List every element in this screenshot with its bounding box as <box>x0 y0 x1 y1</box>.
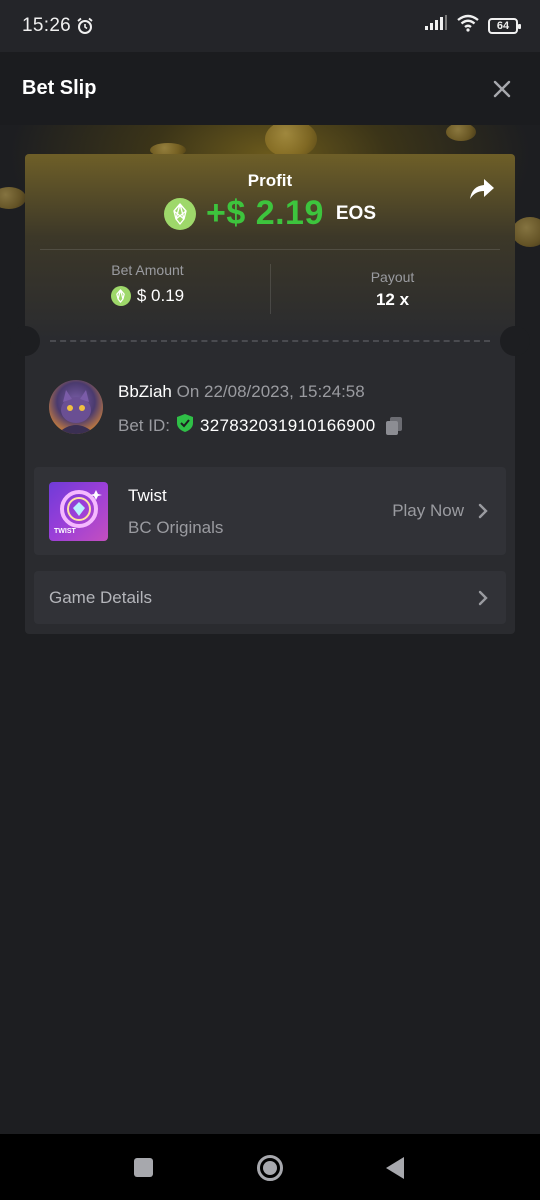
profit-label: Profit <box>247 171 293 190</box>
coin-decoration <box>0 187 26 209</box>
ticket-notch <box>10 326 40 356</box>
game-row[interactable]: TWIST Twist BC Originals Play Now <box>34 467 506 555</box>
signal-icon <box>424 15 448 37</box>
page-title: Bet Slip <box>22 77 97 99</box>
game-details-label: Game Details <box>49 587 152 607</box>
bet-amount-stat: Bet Amount $ 0.19 <box>25 262 270 306</box>
back-button[interactable] <box>384 1156 406 1180</box>
header: Bet Slip <box>0 52 540 125</box>
game-provider: BC Originals <box>128 518 224 537</box>
bet-id-value: 327832031910166900 <box>199 415 376 435</box>
bet-amount-label: Bet Amount <box>111 262 184 278</box>
ticket-notch <box>500 326 530 356</box>
play-now-label: Play Now <box>392 501 464 520</box>
chevron-right-icon <box>478 503 488 519</box>
eos-coin-icon <box>110 286 131 306</box>
eos-coin-icon <box>163 197 196 230</box>
wifi-icon <box>456 14 480 38</box>
verified-shield-icon <box>176 413 194 438</box>
status-bar: 15:26 64 <box>0 0 540 52</box>
status-icons: 64 <box>424 14 521 38</box>
play-now-button[interactable]: Play Now <box>392 501 488 521</box>
avatar[interactable] <box>49 380 103 434</box>
game-thumbnail-text: TWIST <box>54 528 76 535</box>
coin-decoration <box>512 217 540 247</box>
user-info: BbZiah On 22/08/2023, 15:24:58 <box>118 382 365 402</box>
close-button[interactable] <box>486 73 518 105</box>
game-thumbnail: TWIST <box>49 482 108 541</box>
dashed-separator <box>50 340 490 342</box>
share-icon <box>470 179 494 199</box>
recent-apps-button[interactable] <box>133 1157 154 1178</box>
game-details-row[interactable]: Game Details <box>34 571 506 624</box>
share-button[interactable] <box>467 174 497 204</box>
navigation-bar <box>0 1134 540 1200</box>
payout-stat: Payout 12 x <box>270 262 515 310</box>
bet-amount-value-row: $ 0.19 <box>25 286 270 306</box>
payout-value: 12 x <box>375 290 410 309</box>
divider <box>40 249 500 250</box>
bet-slip-card: Profit +$ 2.19 EOS Bet Amount $ 0.19 Pay… <box>10 154 530 634</box>
home-button[interactable] <box>256 1154 284 1182</box>
copy-icon[interactable] <box>384 416 404 436</box>
bet-amount-value: $ 0.19 <box>136 286 185 305</box>
profit-currency: EOS <box>335 202 376 224</box>
battery-icon: 64 <box>488 18 521 34</box>
status-time: 15:26 <box>22 15 72 36</box>
bet-id-row: Bet ID: 327832031910166900 <box>118 413 404 438</box>
bet-id-label: Bet ID: <box>118 415 170 435</box>
game-name: Twist <box>128 486 167 505</box>
profit-value: +$ 2.19 <box>205 194 324 232</box>
alarm-icon <box>76 17 94 35</box>
profit-row: +$ 2.19 EOS <box>25 194 515 233</box>
coin-decoration <box>446 125 476 141</box>
bet-date: On 22/08/2023, 15:24:58 <box>176 382 365 401</box>
username[interactable]: BbZiah <box>118 382 172 401</box>
close-icon <box>493 80 511 97</box>
chevron-right-icon <box>478 590 488 606</box>
payout-label: Payout <box>370 269 415 285</box>
